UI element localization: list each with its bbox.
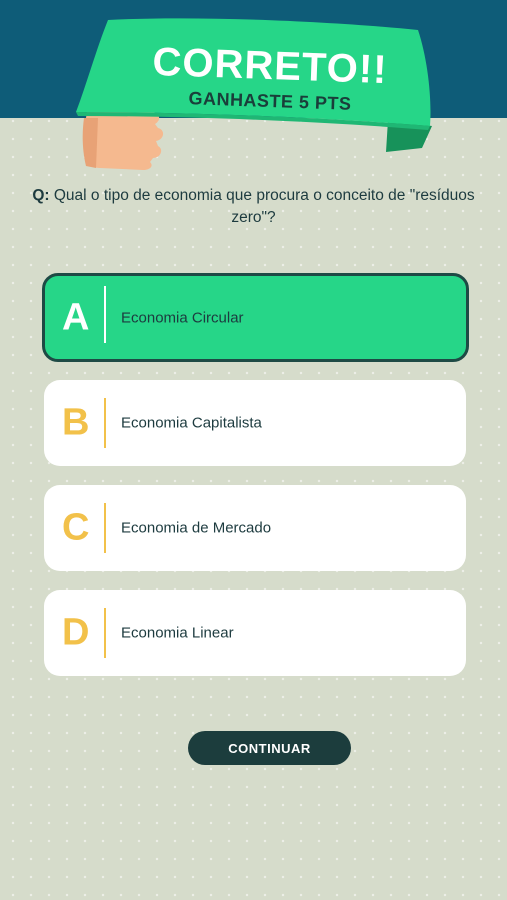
- answer-divider: [104, 503, 106, 553]
- answer-label: Economia Capitalista: [121, 414, 262, 432]
- answer-label: Economia de Mercado: [121, 519, 272, 537]
- feedback-banner: CORRETO!! GANHASTE 5 PTS: [0, 0, 507, 175]
- question-body: Qual o tipo de economia que procura o co…: [53, 187, 475, 226]
- answer-divider: [104, 608, 106, 658]
- answer-option-a[interactable]: A Economia Circular: [42, 273, 469, 362]
- answer-option-d[interactable]: D Economia Linear: [44, 590, 466, 676]
- answer-letter: D: [62, 611, 90, 654]
- answer-divider: [104, 286, 106, 343]
- answer-letter: A: [62, 296, 90, 338]
- question-text: Q: Qual o tipo de economia que procura o…: [30, 185, 477, 229]
- answer-option-b[interactable]: B Economia Capitalista: [44, 380, 466, 466]
- answer-divider: [104, 398, 106, 448]
- answer-letter: B: [62, 401, 90, 444]
- continue-button[interactable]: CONTINUAR: [188, 731, 351, 765]
- answer-label: Economia Circular: [121, 309, 244, 326]
- question-prefix: Q:: [32, 187, 50, 204]
- answer-label: Economia Linear: [121, 624, 234, 642]
- answer-letter: C: [62, 506, 90, 549]
- answer-option-c[interactable]: C Economia de Mercado: [44, 485, 466, 571]
